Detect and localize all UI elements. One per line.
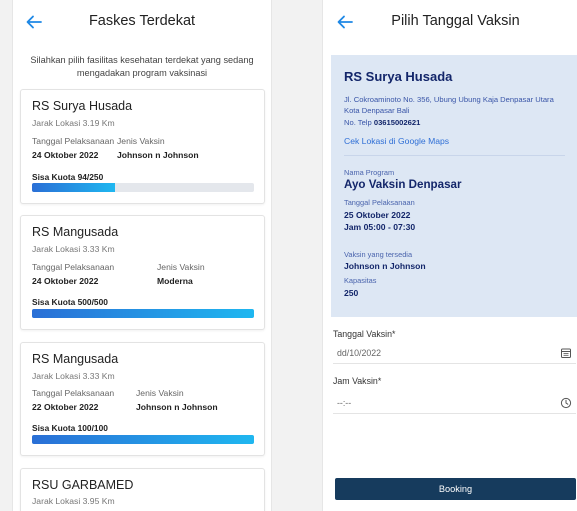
date-label: Tanggal Pelaksanaan <box>32 388 115 398</box>
facility-distance: Jarak Lokasi 3.33 Km <box>32 244 115 254</box>
date-label: Tanggal Pelaksanaan <box>32 136 115 146</box>
faskes-terdekat-screen: Faskes Terdekat Silahkan pilih fasilitas… <box>13 0 271 511</box>
date-label: Tanggal Pelaksanaan <box>32 262 115 272</box>
program-name: Ayo Vaksin Denpasar <box>344 178 462 191</box>
date-field-label: Tanggal Vaksin* <box>333 329 396 339</box>
vaccine-available: Johnson n Johnson <box>344 261 426 271</box>
facility-detail-panel: RS Surya Husada Jl. Cokroaminoto No. 356… <box>331 55 577 317</box>
facility-date: 24 Oktober 2022 <box>32 150 99 160</box>
vaccine-date-input[interactable]: dd/10/2022 <box>333 343 576 364</box>
vaccine-label: Jenis Vaksin <box>117 136 165 146</box>
divider <box>344 155 565 156</box>
facility-name: RS Surya Husada <box>344 69 453 84</box>
facility-card[interactable]: RS Mangusada Jarak Lokasi 3.33 Km Tangga… <box>20 215 265 330</box>
quota-progress-fill <box>32 183 116 192</box>
facility-card[interactable]: RS Mangusada Jarak Lokasi 3.33 Km Tangga… <box>20 342 265 456</box>
phone-prefix: No. Telp <box>344 118 374 127</box>
program-time: Jam 05:00 - 07:30 <box>344 222 416 232</box>
facility-distance: Jarak Lokasi 3.33 Km <box>32 371 115 381</box>
quota-label: Sisa Kuota 94/250 <box>32 172 104 182</box>
facility-vaccine: Johnson n Johnson <box>136 402 218 412</box>
booking-button[interactable]: Booking <box>335 478 576 500</box>
program-date-label: Tanggal Pelaksanaan <box>344 198 415 207</box>
page-title: Faskes Terdekat <box>88 13 196 29</box>
phone-number: 03615002621 <box>373 118 421 127</box>
google-maps-link[interactable]: Cek Lokasi di Google Maps <box>344 136 449 146</box>
time-value: --:-- <box>337 398 352 408</box>
date-value: dd/10/2022 <box>337 348 382 358</box>
facility-vaccine: Moderna <box>157 276 193 286</box>
pilih-tanggal-vaksin-screen: Pilih Tanggal Vaksin RS Surya Husada Jl.… <box>323 0 577 511</box>
time-field-label: Jam Vaksin* <box>333 376 382 386</box>
vaccine-time-input[interactable]: --:-- <box>333 393 576 414</box>
facility-vaccine: Johnson n Johnson <box>117 150 199 160</box>
top-bar: Faskes Terdekat <box>13 0 271 44</box>
calendar-icon[interactable] <box>560 347 572 359</box>
clock-icon[interactable] <box>560 397 572 409</box>
facility-address-line2: Kota Denpasar Bali <box>344 106 410 115</box>
facility-card[interactable]: RSU GARBAMED Jarak Lokasi 3.95 Km <box>20 468 265 511</box>
facility-date: 24 Oktober 2022 <box>32 276 99 286</box>
facility-date: 22 Oktober 2022 <box>32 402 99 412</box>
facility-name: RS Mangusada <box>32 225 119 239</box>
top-bar: Pilih Tanggal Vaksin <box>323 0 577 44</box>
facility-phone: No. Telp 03615002621 <box>344 118 420 127</box>
facility-name: RSU GARBAMED <box>32 478 134 492</box>
capacity-label: Kapasitas <box>344 276 377 285</box>
facility-distance: Jarak Lokasi 3.95 Km <box>32 496 115 506</box>
quota-progress-bar <box>32 435 254 444</box>
facility-name: RS Mangusada <box>32 352 119 366</box>
page-title: Pilih Tanggal Vaksin <box>391 13 520 29</box>
quota-progress-bar <box>32 183 254 192</box>
quota-progress-fill <box>32 309 254 318</box>
intro-text: Silahkan pilih fasilitas kesehatan terde… <box>30 55 254 78</box>
quota-label: Sisa Kuota 500/500 <box>32 297 108 307</box>
quota-progress-bar <box>32 309 254 318</box>
quota-progress-fill <box>32 435 254 444</box>
vaccine-label: Jenis Vaksin <box>136 388 184 398</box>
facility-card[interactable]: RS Surya Husada Jarak Lokasi 3.19 Km Tan… <box>20 89 265 204</box>
program-label: Nama Program <box>344 168 395 177</box>
vaccine-label: Jenis Vaksin <box>157 262 205 272</box>
vaccine-available-label: Vaksin yang tersedia <box>344 250 413 259</box>
program-date: 25 Oktober 2022 <box>344 210 411 220</box>
facility-name: RS Surya Husada <box>32 99 133 113</box>
capacity-value: 250 <box>344 288 359 298</box>
quota-label: Sisa Kuota 100/100 <box>32 423 108 433</box>
facility-address-line1: Jl. Cokroaminoto No. 356, Ubung Ubung Ka… <box>344 95 554 104</box>
facility-distance: Jarak Lokasi 3.19 Km <box>32 118 115 128</box>
